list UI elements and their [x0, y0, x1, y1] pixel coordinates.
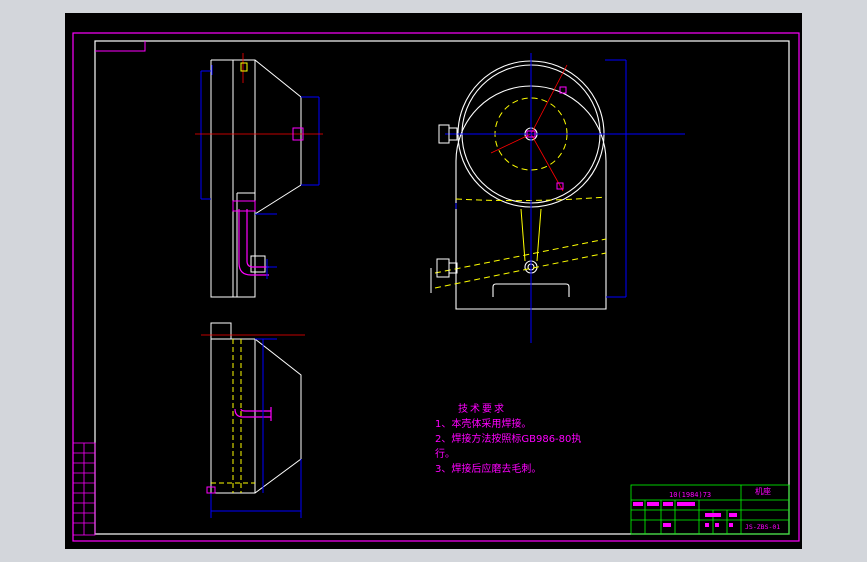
technical-notes: 技术要求 1、本壳体采用焊接。 2、焊接方法按照标GB986-80执 行。 3、… — [435, 402, 581, 475]
title-block[interactable]: 10(1984)73 机座 JS-ZBS-01 — [630, 484, 790, 535]
corner-mark — [95, 41, 146, 52]
front-view[interactable] — [430, 53, 685, 343]
notes-item-1: 1、本壳体采用焊接。 — [435, 417, 531, 430]
notes-title: 技术要求 — [458, 402, 506, 415]
notes-item-3: 行。 — [435, 447, 455, 460]
cad-drawing-viewport[interactable]: 技术要求 1、本壳体采用焊接。 2、焊接方法按照标GB986-80执 行。 3、… — [65, 13, 802, 549]
top-view[interactable] — [201, 322, 305, 518]
drawing-canvas: 技术要求 1、本壳体采用焊接。 2、焊接方法按照标GB986-80执 行。 3、… — [72, 32, 800, 542]
part-name: 机座 — [755, 486, 771, 496]
side-view[interactable] — [195, 53, 323, 298]
notes-item-2: 2、焊接方法按照标GB986-80执 — [435, 432, 581, 445]
notes-item-4: 3、焊接后应磨去毛刺。 — [435, 462, 541, 475]
drawing-number: JS-ZBS-01 — [745, 523, 780, 531]
doc-code: 10(1984)73 — [669, 491, 711, 499]
revision-strip — [72, 442, 96, 536]
drawing-frame — [94, 40, 790, 535]
